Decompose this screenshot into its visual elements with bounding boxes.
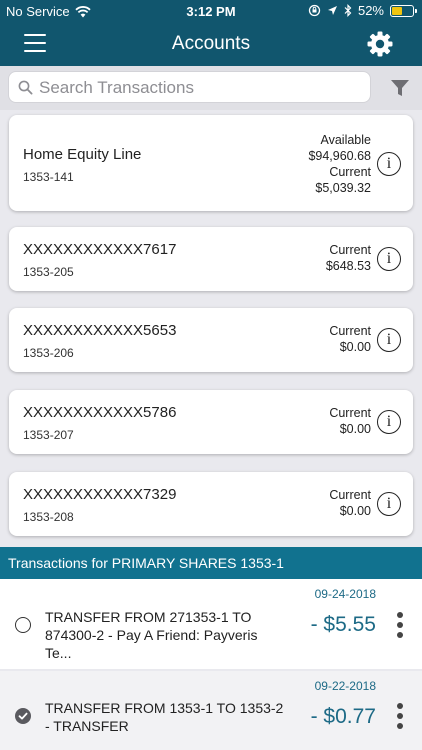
location-icon — [327, 6, 337, 15]
info-button[interactable]: i — [377, 152, 401, 176]
transaction-row[interactable]: 09-24-2018 TRANSFER FROM 271353-1 TO 874… — [0, 579, 422, 669]
info-icon: i — [386, 495, 392, 512]
transaction-amount: - $5.55 — [310, 613, 376, 636]
search-input[interactable] — [39, 76, 364, 100]
account-number: 1353-208 — [23, 510, 74, 524]
info-button[interactable]: i — [377, 247, 401, 271]
account-number: 1353-206 — [23, 346, 74, 360]
transaction-row[interactable]: 09-22-2018 TRANSFER FROM 1353-1 TO 1353-… — [0, 671, 422, 750]
current-label: Current — [329, 243, 371, 257]
account-name: Home Equity Line — [23, 146, 142, 163]
current-label: Current — [329, 324, 371, 338]
current-value: $5,039.32 — [315, 181, 371, 195]
more-vertical-icon — [397, 703, 403, 709]
account-card[interactable]: XXXXXXXXXXXX5786 1353-207 Current $0.00 … — [9, 390, 413, 454]
more-vertical-icon — [397, 612, 403, 618]
search-icon — [18, 80, 33, 95]
info-icon: i — [386, 331, 392, 348]
transaction-description: TRANSFER FROM 1353-1 TO 1353-2 - TRANSFE… — [45, 700, 284, 734]
bluetooth-icon — [344, 4, 352, 17]
transactions-header: Transactions for PRIMARY SHARES 1353-1 — [0, 547, 422, 579]
account-number: 1353-207 — [23, 428, 74, 442]
nav-bar: Accounts — [0, 24, 422, 66]
status-bar: No Service 3:12 PM 52% — [0, 0, 422, 24]
account-number: 1353-205 — [23, 265, 74, 279]
search-field[interactable] — [8, 71, 371, 103]
unchecked-circle-icon[interactable] — [15, 617, 31, 633]
account-number: 1353-141 — [23, 170, 74, 184]
account-balances: Current $0.00 — [329, 323, 371, 355]
info-icon: i — [386, 155, 392, 172]
account-balances: Current $0.00 — [329, 405, 371, 437]
account-balances: Current $648.53 — [326, 242, 371, 274]
settings-button[interactable] — [366, 30, 394, 58]
info-button[interactable]: i — [377, 328, 401, 352]
more-options-button[interactable] — [396, 612, 404, 638]
info-button[interactable]: i — [377, 492, 401, 516]
available-value: $94,960.68 — [308, 149, 371, 163]
transaction-date: 09-24-2018 — [314, 587, 376, 601]
info-icon: i — [386, 413, 392, 430]
account-balances: Available $94,960.68 Current $5,039.32 — [308, 132, 371, 196]
page-title: Accounts — [171, 33, 251, 54]
account-name: XXXXXXXXXXXX5786 — [23, 404, 177, 421]
account-name: XXXXXXXXXXXX7617 — [23, 241, 177, 258]
transaction-date: 09-22-2018 — [314, 679, 376, 693]
account-name: XXXXXXXXXXXX5653 — [23, 322, 177, 339]
info-button[interactable]: i — [377, 410, 401, 434]
transaction-description: TRANSFER FROM 271353-1 TO 874300-2 - Pay… — [45, 609, 258, 661]
search-bar — [0, 66, 422, 110]
current-value: $0.00 — [339, 504, 371, 518]
filter-button[interactable] — [390, 78, 410, 98]
account-name: XXXXXXXXXXXX7329 — [23, 486, 177, 503]
current-value: $648.53 — [325, 259, 371, 273]
status-right: 52% — [308, 3, 417, 18]
transaction-amount: - $0.77 — [310, 705, 376, 728]
account-card[interactable]: Home Equity Line 1353-141 Available $94,… — [9, 115, 413, 211]
info-icon: i — [386, 250, 392, 267]
account-balances: Current $0.00 — [329, 487, 371, 519]
current-label: Current — [329, 165, 371, 179]
gear-icon — [367, 31, 393, 57]
current-value: $0.00 — [339, 422, 371, 436]
more-options-button[interactable] — [396, 703, 404, 729]
funnel-filter-icon — [391, 80, 409, 96]
current-label: Current — [329, 488, 371, 502]
current-label: Current — [329, 406, 371, 420]
current-value: $0.00 — [339, 340, 371, 354]
available-label: Available — [320, 133, 371, 147]
account-card[interactable]: XXXXXXXXXXXX5653 1353-206 Current $0.00 … — [9, 308, 413, 372]
checked-circle-icon[interactable] — [15, 708, 31, 724]
account-card[interactable]: XXXXXXXXXXXX7329 1353-208 Current $0.00 … — [9, 472, 413, 536]
account-card[interactable]: XXXXXXXXXXXX7617 1353-205 Current $648.5… — [9, 227, 413, 291]
battery-percent: 52% — [357, 3, 384, 18]
battery-icon — [390, 4, 417, 17]
rotation-lock-icon — [308, 4, 321, 17]
